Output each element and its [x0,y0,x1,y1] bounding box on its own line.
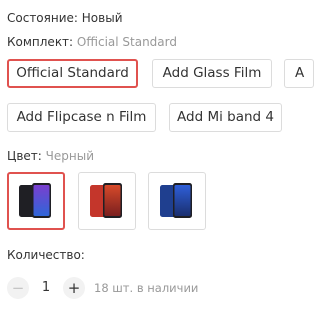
quantity-increment-button[interactable]: + [63,277,85,299]
stock-availability-text: 18 шт. в наличии [94,281,199,295]
phone-red-image [90,183,122,218]
color-selected-value: Черный [45,149,94,163]
kit-option-add-flipcase-n-film[interactable]: Add Flipcase n Film [7,103,156,132]
condition-row: Состояние: Новый [7,11,123,25]
color-row: Цвет: Черный [7,149,94,163]
kit-option-official-standard[interactable]: Official Standard [7,59,138,88]
quantity-label: Количество: [7,248,85,262]
color-swatch-black[interactable] [7,172,65,230]
kit-label: Комплект: [7,35,74,49]
quantity-decrement-button[interactable]: − [7,277,29,299]
condition-label: Состояние: [7,11,78,25]
kit-option-partial[interactable]: A [284,59,314,88]
color-swatch-red[interactable] [78,172,136,230]
kit-option-partial-label: A [295,65,305,81]
color-swatch-blue[interactable] [148,172,206,230]
phone-black-image [19,183,51,218]
phone-blue-image [160,183,192,218]
color-label: Цвет: [7,149,42,163]
kit-row: Комплект: Official Standard [7,35,177,49]
kit-option-add-glass-film[interactable]: Add Glass Film [152,59,272,88]
kit-selected-value: Official Standard [76,35,177,49]
condition-value: Новый [81,11,123,25]
quantity-value[interactable]: 1 [40,280,52,295]
kit-option-add-mi-band-4[interactable]: Add Mi band 4 [169,103,282,132]
